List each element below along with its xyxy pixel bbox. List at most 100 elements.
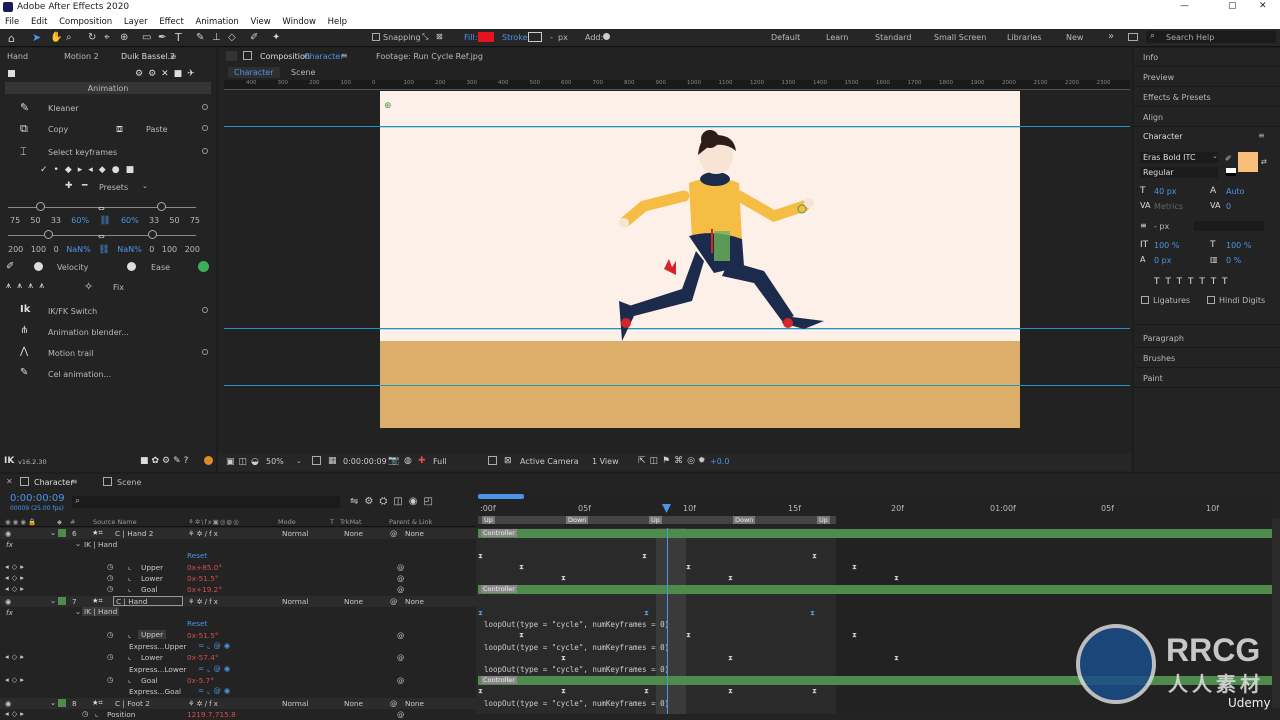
remove-preset-icon[interactable]: ━: [82, 181, 87, 191]
expand-icon[interactable]: ⌄: [50, 528, 56, 537]
stopwatch-icon[interactable]: ◷: [107, 630, 113, 639]
expression-controls-icons[interactable]: =⌞@◉: [198, 664, 233, 673]
pickwhip-icon[interactable]: @: [397, 631, 404, 640]
baseline-shift-value[interactable]: 0 px: [1154, 256, 1171, 265]
stopwatch-icon[interactable]: ◷: [107, 652, 113, 661]
workspace-learn[interactable]: Learn: [826, 33, 848, 42]
blend-mode-dropdown[interactable]: Normal: [282, 699, 308, 708]
brush-tool-icon[interactable]: ✎: [196, 32, 204, 43]
keyframe[interactable]: ⧗: [478, 687, 483, 696]
eye-icon[interactable]: ◉: [5, 699, 11, 708]
layer-marker[interactable]: Controller: [481, 529, 517, 537]
tab-motion2[interactable]: Motion 2: [64, 52, 99, 61]
font-size-value[interactable]: 40 px: [1154, 187, 1177, 196]
pickwhip-icon[interactable]: @: [397, 710, 404, 719]
kleaner-options-icon[interactable]: [202, 104, 208, 110]
stopwatch-icon[interactable]: ◷: [107, 562, 113, 571]
stroke-width-value[interactable]: -: [550, 33, 553, 42]
keyframe[interactable]: ⧗: [686, 563, 691, 572]
layer-name[interactable]: C | Hand: [113, 596, 183, 606]
horizontal-scale-value[interactable]: 100 %: [1226, 241, 1251, 250]
composition-tab-label[interactable]: Composition: [260, 52, 310, 61]
expression-controls-icons[interactable]: =⌞@◉: [198, 641, 233, 650]
type-tool-icon[interactable]: T: [175, 31, 182, 44]
swap-colors-icon[interactable]: ⇄: [1261, 158, 1267, 166]
eye-icon[interactable]: ◉: [5, 597, 11, 606]
maximize-button[interactable]: ▢: [1228, 1, 1237, 11]
expression-text[interactable]: loopOut(type = "cycle", numKeyframes = 0…: [484, 665, 669, 674]
link-icon[interactable]: ⛓: [99, 216, 110, 226]
stopwatch-icon[interactable]: ◷: [82, 709, 88, 718]
font-family-dropdown[interactable]: Eras Bold ITC: [1140, 152, 1218, 163]
graph-icon[interactable]: ⌞: [128, 573, 131, 582]
duik-bottom-icons[interactable]: ■✿⚙✎?: [140, 456, 191, 466]
property-value[interactable]: 0x-51.5°: [187, 574, 219, 583]
tracking-value[interactable]: 0: [1226, 202, 1231, 211]
influence-slider-right-handle[interactable]: [157, 202, 166, 211]
graph-icon[interactable]: ⌞: [128, 652, 131, 661]
transparency-grid-icon[interactable]: ▦: [328, 456, 337, 466]
expand-icon[interactable]: ⌄: [50, 698, 56, 707]
character-panel-title[interactable]: Character: [1143, 132, 1183, 141]
influence-slider-left-handle[interactable]: [36, 202, 45, 211]
keyframe[interactable]: ⧗: [728, 654, 733, 663]
menu-view[interactable]: View: [251, 17, 271, 27]
panel-menu-icon[interactable]: ≡: [170, 52, 177, 61]
font-styles-icons[interactable]: TTTTTTT: [1154, 277, 1234, 287]
composition-tab-name[interactable]: Character: [304, 52, 344, 61]
track-matte-dropdown[interactable]: None: [344, 529, 363, 538]
guide-line[interactable]: [224, 385, 1130, 386]
keyframe[interactable]: ⧗: [561, 574, 566, 583]
reset-link[interactable]: Reset: [187, 619, 207, 628]
link-arrows-icon-2[interactable]: ⇔: [98, 232, 105, 241]
layer-bar[interactable]: Controller: [478, 585, 1272, 594]
effect-row[interactable]: fx ⌄ IK | Hand: [0, 539, 476, 550]
work-area-bar[interactable]: [478, 494, 524, 499]
hindi-digits-checkbox[interactable]: [1207, 296, 1215, 304]
property-value[interactable]: 1219.7,715.8: [187, 710, 236, 719]
select-keyframes-button[interactable]: Select keyframes: [48, 148, 117, 157]
reset-link[interactable]: Reset: [187, 551, 207, 560]
snap-icon[interactable]: ⤡: [422, 32, 428, 42]
graph-icon[interactable]: ⌞: [128, 584, 131, 593]
front-arm[interactable]: [733, 190, 810, 222]
apply-check-icon[interactable]: [198, 261, 209, 272]
keyframe-selected[interactable]: ⧗: [810, 609, 815, 618]
layer-row[interactable]: ◉ ⌄ 6 ★⌗ C | Hand 2 ⚘✲/fx Normal None @ …: [0, 528, 476, 540]
keyframe-nav-icons[interactable]: ◂◇▸: [5, 652, 27, 661]
expression-row[interactable]: Express...Upper =⌞@◉: [0, 641, 476, 652]
tab-duik[interactable]: Duik Bassel.2: [121, 52, 175, 61]
grid-icon[interactable]: ⊠: [504, 456, 512, 466]
expression-row[interactable]: Express...Goal =⌞@◉: [0, 686, 476, 697]
paint-panel-tab[interactable]: Paint: [1143, 374, 1163, 383]
layer-bar[interactable]: Controller: [478, 529, 1272, 538]
keyframe-selected[interactable]: ⧗: [478, 609, 483, 618]
layer-switches-icons[interactable]: ⚘✲/fx: [188, 699, 220, 708]
pickwhip-icon[interactable]: @: [390, 699, 397, 708]
keyframe[interactable]: ⧗: [812, 552, 817, 561]
roto-brush-tool-icon[interactable]: ✐: [250, 32, 258, 43]
keyframe[interactable]: ⧗: [561, 687, 566, 696]
select-keyframes-options-icon[interactable]: [202, 148, 208, 154]
keyframe[interactable]: ⧗: [644, 687, 649, 696]
anchor-point-icon[interactable]: ⊕: [384, 101, 392, 111]
clone-stamp-tool-icon[interactable]: ⊥: [212, 32, 221, 43]
workspace-standard[interactable]: Standard: [875, 33, 911, 42]
source-name-header[interactable]: Source Name: [93, 518, 137, 526]
blend-mode-dropdown[interactable]: Normal: [282, 529, 308, 538]
snapping-checkbox[interactable]: [372, 33, 380, 41]
eyedropper-icon[interactable]: ✐: [6, 261, 14, 272]
presets-dropdown[interactable]: Presets: [99, 183, 128, 192]
keyframe[interactable]: ⧗: [728, 687, 733, 696]
layer-row[interactable]: ◉ ⌄ 7 ★⌗ C | Hand ⚘✲/fx Normal None @ No…: [0, 596, 476, 608]
comp-viewer[interactable]: ⊕: [224, 91, 1130, 451]
kerning-value[interactable]: Metrics: [1154, 202, 1183, 211]
resolution-dropdown[interactable]: Full: [433, 457, 447, 466]
keyframe[interactable]: ⧗: [728, 574, 733, 583]
velocity-left-value[interactable]: NaN%: [66, 245, 90, 255]
property-value[interactable]: 0x-5.7°: [187, 676, 214, 685]
comp-marker[interactable]: Up: [817, 516, 830, 524]
current-time-display[interactable]: 0:00:00:09: [343, 457, 387, 466]
view-tools-icons[interactable]: ⇱◫⚑⌘◎: [638, 456, 699, 466]
add-icon[interactable]: [603, 33, 610, 40]
